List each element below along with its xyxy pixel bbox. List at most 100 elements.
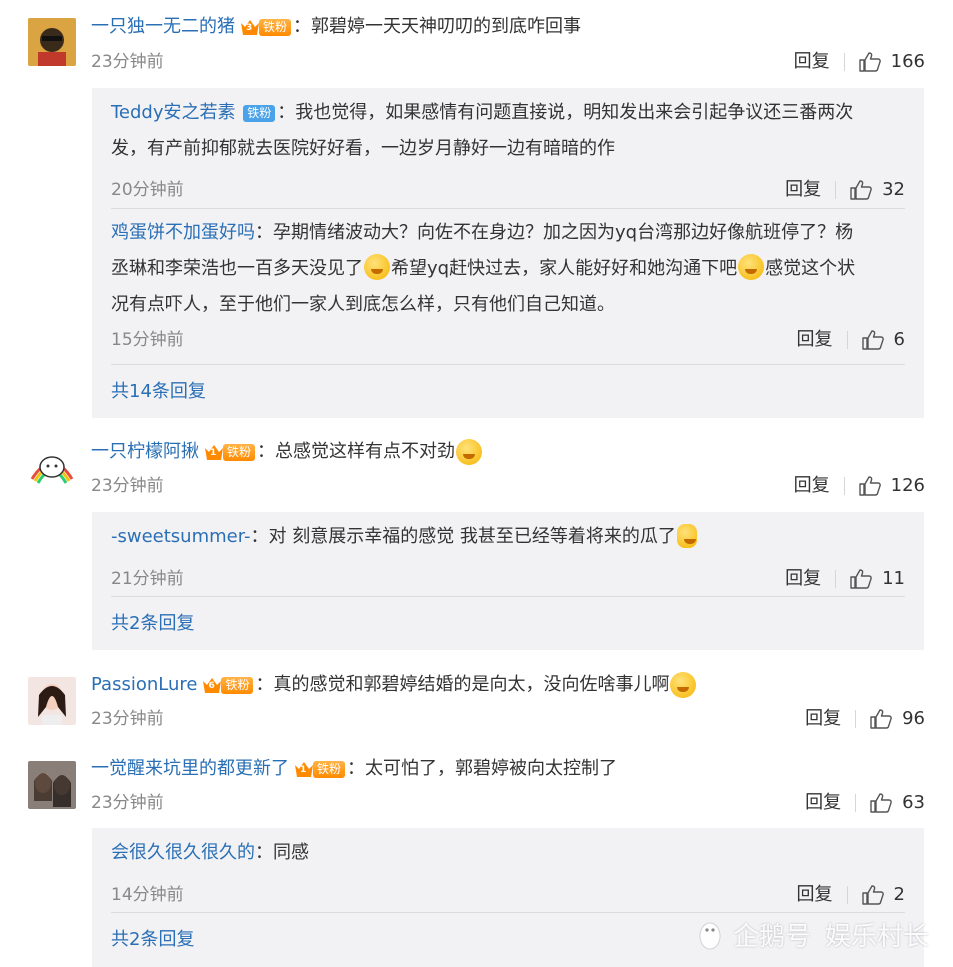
like-count: 2 (893, 884, 905, 905)
emoji-icon (364, 254, 390, 280)
comment-time: 23分钟前 (91, 52, 164, 72)
divider (843, 477, 845, 495)
reply-box: -sweetsummer-：对 刻意展示幸福的感觉 我甚至已经等着将来的瓜了 2… (92, 512, 924, 650)
watermark-brand: 企鹅号 (732, 922, 811, 952)
avatar[interactable] (28, 677, 76, 725)
penguin-logo-icon (699, 922, 721, 949)
comment-text: 总感觉这样有点不对劲 (275, 441, 456, 462)
divider (843, 53, 845, 71)
thumb-up-icon (850, 180, 872, 200)
reply-text: 我也觉得，如果感情有问题直接说，明知发出来会引起争议还三番两次 (295, 102, 854, 123)
reply-username[interactable]: Teddy安之若素 (111, 102, 236, 123)
emoji-icon (676, 524, 697, 548)
reply-time: 14分钟前 (111, 885, 184, 905)
avatar[interactable] (28, 443, 76, 491)
comment-actions: 回复 63 (805, 791, 925, 815)
comment-text: 真的感觉和郭碧婷结婚的是向太，没向佐啥事儿啊 (273, 674, 670, 695)
like-count: 126 (890, 475, 925, 496)
watermark-author: 娱乐村长 (824, 922, 929, 952)
like-count: 6 (893, 329, 905, 350)
like-button[interactable]: 32 (850, 178, 905, 202)
divider (855, 710, 857, 728)
reply-button[interactable]: 回复 (785, 178, 821, 202)
like-button[interactable]: 11 (850, 567, 905, 591)
divider (855, 794, 857, 812)
comment-username[interactable]: PassionLure (91, 672, 197, 698)
reply-text: 孕期情绪波动大？向佐不在身边？加之因为yq台湾那边好像航班停了？杨 (273, 222, 854, 243)
avatar[interactable] (28, 761, 76, 809)
like-count: 32 (882, 179, 905, 200)
laugh-cry-emoji-icon (670, 672, 697, 698)
fan-badge: 1 铁粉 (203, 442, 256, 462)
crown-icon: 1 (293, 759, 315, 779)
reply-item: 鸡蛋饼不加蛋好吗：孕期情绪波动大？向佐不在身边？加之因为yq台湾那边好像航班停了… (111, 222, 905, 352)
thumb-up-icon (870, 709, 892, 729)
reply-button[interactable]: 回复 (797, 883, 833, 907)
like-count: 96 (902, 708, 925, 729)
reply-item: -sweetsummer-：对 刻意展示幸福的感觉 我甚至已经等着将来的瓜了 2… (111, 524, 905, 591)
avatar[interactable] (28, 18, 76, 66)
reply-text: 希望yq赶快过去，家人能好好和她沟通下吧 (391, 258, 738, 279)
divider (111, 208, 905, 209)
comment-username[interactable]: 一只柠檬阿揪 (91, 439, 199, 465)
reply-username[interactable]: 会很久很久很久的 (111, 842, 255, 863)
more-replies-link[interactable]: 共2条回复 (111, 928, 194, 952)
comment-time: 23分钟前 (91, 793, 164, 813)
comment-time: 23分钟前 (91, 476, 164, 496)
thumb-up-icon (861, 330, 884, 350)
fan-badge: 6 铁粉 (201, 675, 254, 695)
reply-text: 况有点吓人，至于他们一家人到底怎么样，只有他们自己知道。 (111, 294, 615, 315)
like-button[interactable]: 2 (861, 883, 905, 907)
comment-username[interactable]: 一只独一无二的猪 (91, 14, 235, 40)
comment-header: 一只柠檬阿揪 1 铁粉 ： 总感觉这样有点不对劲 (91, 439, 483, 465)
fan-badge: 铁粉 (243, 103, 276, 123)
comment-header: 一觉醒来坑里的都更新了 1 铁粉 ： 太可怕了，郭碧婷被向太控制了 (91, 756, 617, 782)
reply-actions: 回复 11 (785, 567, 905, 591)
like-button[interactable]: 166 (858, 50, 925, 74)
fan-badge: 3 铁粉 (239, 17, 292, 37)
reply-item: 会很久很久很久的：同感 14分钟前 回复 2 (111, 842, 905, 907)
reply-button[interactable]: 回复 (785, 567, 821, 591)
divider (835, 570, 837, 588)
crown-icon: 1 (203, 442, 225, 462)
reply-time: 15分钟前 (111, 330, 184, 350)
crown-icon: 3 (239, 17, 261, 37)
like-button[interactable]: 63 (870, 791, 925, 815)
divider (846, 331, 848, 349)
comment-actions: 回复 166 (794, 50, 925, 74)
thumb-up-icon (858, 52, 881, 72)
like-button[interactable]: 96 (870, 707, 925, 731)
like-count: 11 (882, 568, 905, 589)
comment-actions: 回复 96 (805, 707, 925, 731)
reply-button[interactable]: 回复 (805, 791, 841, 815)
reply-item: Teddy安之若素 铁粉 ：我也觉得，如果感情有问题直接说，明知发出来会引起争议还… (111, 102, 905, 202)
reply-button[interactable]: 回复 (805, 707, 841, 731)
reply-actions: 回复 2 (797, 883, 905, 907)
reply-box: Teddy安之若素 铁粉 ：我也觉得，如果感情有问题直接说，明知发出来会引起争议还… (92, 88, 924, 418)
thumb-up-icon (861, 885, 884, 905)
reply-text: 对 刻意展示幸福的感觉 我甚至已经等着将来的瓜了 (268, 526, 676, 547)
comment-header: PassionLure 6 铁粉 ： 真的感觉和郭碧婷结婚的是向太，没向佐啥事儿… (91, 672, 697, 698)
reply-time: 20分钟前 (111, 180, 184, 200)
divider (111, 596, 905, 597)
reply-button[interactable]: 回复 (797, 328, 833, 352)
reply-actions: 回复 6 (797, 328, 905, 352)
reply-button[interactable]: 回复 (794, 50, 830, 74)
like-button[interactable]: 126 (858, 474, 925, 498)
like-button[interactable]: 6 (861, 328, 905, 352)
divider (846, 886, 848, 904)
reply-text: 发，有产前抑郁就去医院好好看，一边岁月静好一边有暗暗的作 (111, 138, 615, 159)
reply-button[interactable]: 回复 (794, 474, 830, 498)
comment-actions: 回复 126 (794, 474, 925, 498)
divider (111, 364, 905, 365)
reply-text: 丞琳和李荣浩也一百多天没见了 (111, 258, 363, 279)
reply-username[interactable]: -sweetsummer- (111, 526, 250, 547)
reply-text: 同感 (273, 842, 309, 863)
reply-username[interactable]: 鸡蛋饼不加蛋好吗 (111, 222, 255, 243)
comment-header: 一只独一无二的猪 3 铁粉 ： 郭碧婷一天天神叨叨的到底咋回事 (91, 14, 581, 40)
comment-text: 郭碧婷一天天神叨叨的到底咋回事 (311, 16, 582, 37)
comment-username[interactable]: 一觉醒来坑里的都更新了 (91, 756, 289, 782)
more-replies-link[interactable]: 共2条回复 (111, 612, 194, 636)
more-replies-link[interactable]: 共14条回复 (111, 380, 206, 404)
thumb-up-icon (858, 476, 881, 496)
